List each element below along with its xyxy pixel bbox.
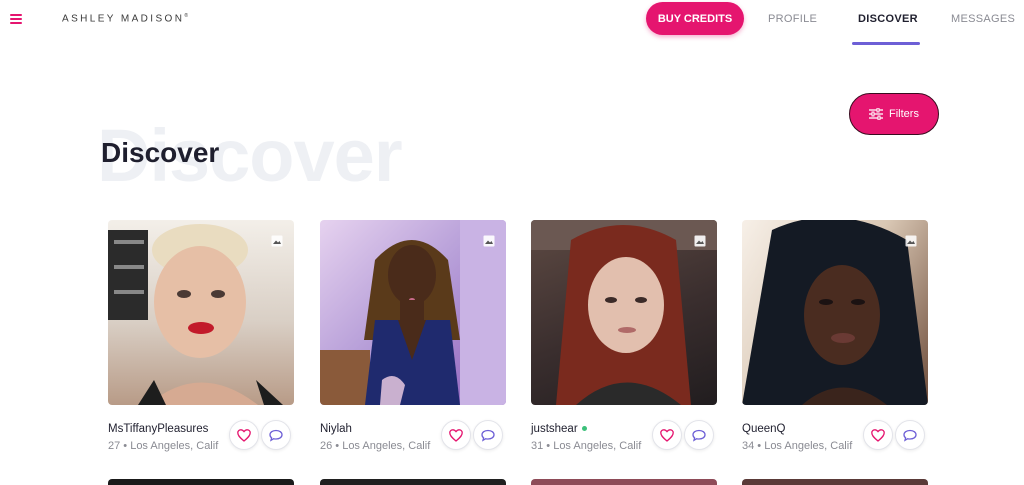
- message-button[interactable]: [261, 420, 291, 450]
- image-gallery-icon: [905, 235, 917, 247]
- profile-photo[interactable]: [108, 220, 294, 405]
- profile-name-text: Niylah: [320, 423, 352, 435]
- profile-photo[interactable]: [742, 220, 928, 405]
- nav-profile-link[interactable]: PROFILE: [768, 13, 817, 25]
- image-gallery-icon: [271, 235, 283, 247]
- image-gallery-icon: [694, 235, 706, 247]
- profile-location: 26 • Los Angeles, Calif: [320, 440, 431, 452]
- hamburger-menu-icon[interactable]: [8, 12, 24, 26]
- message-button[interactable]: [684, 420, 714, 450]
- site-logo[interactable]: ASHLEY MADISON®: [62, 13, 188, 24]
- profile-photo-art: [742, 220, 928, 405]
- profile-location: 27 • Los Angeles, Calif: [108, 440, 219, 452]
- top-nav-bar: ASHLEY MADISON® BUY CREDITS PROFILE DISC…: [0, 0, 1024, 48]
- filters-label: Filters: [889, 108, 919, 120]
- like-button[interactable]: [652, 420, 682, 450]
- profile-name-text: QueenQ: [742, 423, 786, 435]
- profile-card-next-row[interactable]: [742, 479, 928, 485]
- profile-name: QueenQ: [742, 423, 785, 435]
- chat-bubble-icon: [269, 429, 283, 442]
- heart-icon: [449, 428, 463, 442]
- profile-card-next-row[interactable]: [531, 479, 717, 485]
- profile-photo-art: [320, 220, 506, 405]
- heart-icon: [660, 428, 674, 442]
- chat-bubble-icon: [481, 429, 495, 442]
- like-button[interactable]: [441, 420, 471, 450]
- profile-card-next-row[interactable]: [108, 479, 294, 485]
- image-gallery-icon: [483, 235, 495, 247]
- profile-photo[interactable]: [320, 220, 506, 405]
- logo-text: ASHLEY MADISON: [62, 13, 185, 25]
- profile-photo-art: [108, 224, 283, 405]
- profile-name: justshear: [531, 423, 587, 435]
- profile-name: Niylah: [320, 423, 352, 435]
- like-button[interactable]: [229, 420, 259, 450]
- heart-icon: [237, 428, 251, 442]
- logo-registered-mark: ®: [184, 13, 189, 19]
- filters-button[interactable]: Filters: [849, 93, 939, 135]
- page-title: Discover: [101, 137, 220, 168]
- heart-icon: [871, 428, 885, 442]
- chat-bubble-icon: [692, 429, 706, 442]
- nav-discover-link[interactable]: DISCOVER: [858, 13, 918, 25]
- profile-name-text: justshear: [531, 423, 578, 435]
- profile-card-next-row[interactable]: [320, 479, 506, 485]
- profile-name-text: MsTiffanyPleasures: [108, 423, 209, 435]
- buy-credits-button[interactable]: BUY CREDITS: [646, 2, 744, 35]
- profile-location: 31 • Los Angeles, Calif: [531, 440, 642, 452]
- message-button[interactable]: [895, 420, 925, 450]
- profile-name: MsTiffanyPleasures: [108, 423, 208, 435]
- online-status-indicator: [581, 426, 587, 432]
- profile-photo[interactable]: [531, 220, 717, 405]
- like-button[interactable]: [863, 420, 893, 450]
- message-button[interactable]: [473, 420, 503, 450]
- profile-photo-art: [531, 220, 717, 405]
- nav-messages-link[interactable]: MESSAGES: [951, 13, 1015, 25]
- chat-bubble-icon: [903, 429, 917, 442]
- active-tab-indicator: [852, 42, 920, 45]
- sliders-icon: [869, 108, 884, 120]
- profile-location: 34 • Los Angeles, Calif: [742, 440, 853, 452]
